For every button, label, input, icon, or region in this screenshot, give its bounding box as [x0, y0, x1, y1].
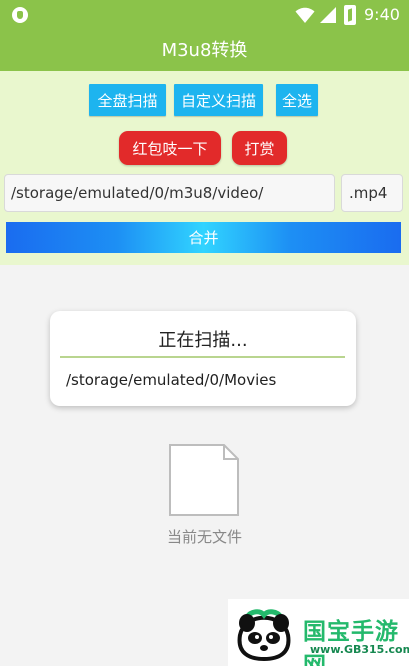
wifi-icon [295, 7, 315, 23]
empty-state-text: 当前无文件 [166, 528, 242, 546]
custom-scan-label: 自定义扫描 [180, 91, 256, 110]
scanning-divider [60, 356, 345, 358]
app-title-bar: M3u8转换 [0, 30, 409, 71]
scanning-path: /storage/emulated/0/Movies [66, 371, 277, 389]
merge-label: 合并 [188, 229, 219, 247]
watermark-brand: 国宝手游网 [303, 619, 399, 666]
watermark-url: www.GB315.com [310, 643, 409, 656]
reward-button[interactable]: 打赏 [232, 131, 287, 165]
path-input-value: /storage/emulated/0/m3u8/video/ [11, 184, 264, 202]
extension-input[interactable]: .mp4 [341, 174, 403, 212]
battery-charging-icon [344, 5, 356, 25]
select-all-label: 全选 [281, 91, 312, 110]
signal-icon [320, 7, 336, 23]
shield-icon [12, 7, 28, 23]
merge-button[interactable]: 合并 [6, 222, 401, 253]
status-time: 9:40 [364, 5, 400, 24]
watermark: 国宝手游网 www.GB315.com [228, 599, 409, 666]
file-icon [169, 444, 239, 516]
path-input[interactable]: /storage/emulated/0/m3u8/video/ [4, 174, 335, 212]
red-packet-button[interactable]: 红包吱一下 [119, 131, 221, 165]
full-scan-label: 全盘扫描 [97, 91, 158, 110]
extension-input-value: .mp4 [349, 184, 388, 202]
app-title: M3u8转换 [161, 40, 248, 61]
status-bar: 9:40 [0, 0, 409, 30]
full-scan-button[interactable]: 全盘扫描 [89, 84, 166, 116]
select-all-button[interactable]: 全选 [276, 84, 318, 116]
custom-scan-button[interactable]: 自定义扫描 [174, 84, 263, 116]
scanning-title: 正在扫描... [158, 330, 248, 351]
panda-icon [237, 609, 291, 662]
scanning-dialog: 正在扫描... /storage/emulated/0/Movies [50, 311, 356, 406]
reward-label: 打赏 [244, 139, 275, 158]
red-packet-label: 红包吱一下 [132, 139, 208, 158]
